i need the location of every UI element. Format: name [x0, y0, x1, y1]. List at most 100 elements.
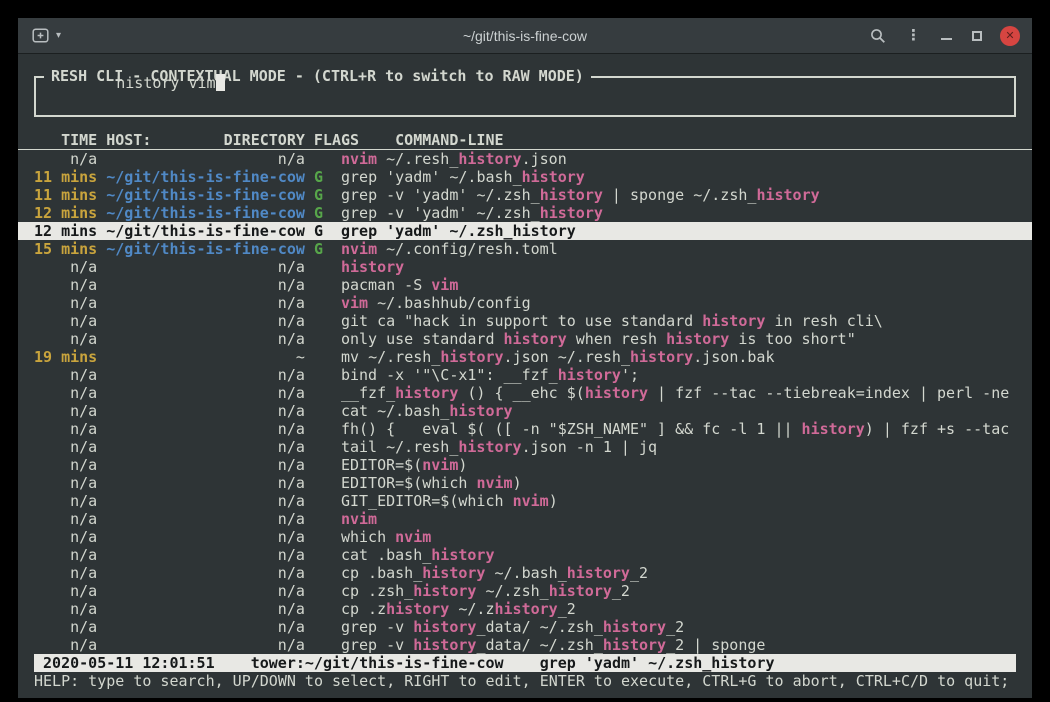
- search-button[interactable]: [868, 26, 888, 46]
- row-command: __fzf_history () { __ehc $(history | fzf…: [341, 384, 1016, 402]
- row-command: grep -v history_data/ ~/.zsh_history_2 |…: [341, 636, 1016, 654]
- row-git-flag: [314, 618, 332, 636]
- new-tab-icon: [32, 28, 49, 43]
- history-row[interactable]: 12 mins~/git/this-is-fine-cowGgrep -v 'y…: [18, 204, 1032, 222]
- row-directory: n/a: [106, 564, 305, 582]
- row-command: cp .bash_history ~/.bash_history_2: [341, 564, 1016, 582]
- history-row[interactable]: n/an/agrep -v history_data/ ~/.zsh_histo…: [18, 636, 1032, 654]
- command-text: _2: [666, 618, 684, 636]
- history-row[interactable]: 19 mins~mv ~/.resh_history.json ~/.resh_…: [18, 348, 1032, 366]
- row-time: n/a: [34, 564, 97, 582]
- command-text: ~/.resh_: [377, 150, 458, 168]
- row-time: n/a: [34, 528, 97, 546]
- match-highlight: history: [630, 348, 693, 366]
- row-directory: n/a: [106, 474, 305, 492]
- row-time: n/a: [34, 582, 97, 600]
- status-location: tower:~/git/this-is-fine-cow: [251, 654, 504, 672]
- status-bar: 2020-05-11 12:01:51 tower:~/git/this-is-…: [34, 654, 1016, 672]
- row-directory: n/a: [106, 528, 305, 546]
- match-highlight: history: [431, 546, 494, 564]
- row-time: n/a: [34, 474, 97, 492]
- command-text: ): [458, 456, 467, 474]
- row-time: 15 mins: [34, 240, 97, 258]
- history-row[interactable]: n/an/anvim: [18, 510, 1032, 528]
- status-datetime: 2020-05-11 12:01:51: [43, 654, 215, 672]
- history-row[interactable]: n/an/acp .zsh_history ~/.zsh_history_2: [18, 582, 1032, 600]
- history-row[interactable]: n/an/afh() { eval $( ([ -n "$ZSH_NAME" ]…: [18, 420, 1032, 438]
- row-command: tail ~/.resh_history.json -n 1 | jq: [341, 438, 1016, 456]
- row-git-flag: [314, 312, 332, 330]
- row-time: n/a: [34, 618, 97, 636]
- match-highlight: history: [585, 384, 648, 402]
- history-row[interactable]: n/an/avim ~/.bashhub/config: [18, 294, 1032, 312]
- history-row[interactable]: n/an/awhich nvim: [18, 528, 1032, 546]
- match-highlight: nvim: [341, 240, 377, 258]
- history-row[interactable]: 15 mins~/git/this-is-fine-cowGnvim ~/.co…: [18, 240, 1032, 258]
- row-directory: n/a: [106, 294, 305, 312]
- match-highlight: history: [603, 636, 666, 654]
- command-text: EDITOR=$(: [341, 456, 422, 474]
- search-input[interactable]: history vim: [44, 56, 225, 110]
- history-row[interactable]: n/an/abind -x '"\C-x1": __fzf_history';: [18, 366, 1032, 384]
- match-highlight: nvim: [513, 492, 549, 510]
- command-text: _data/ ~/.zsh_: [476, 618, 602, 636]
- row-time: 12 mins: [34, 204, 97, 222]
- row-command: grep -v history_data/ ~/.zsh_history_2: [341, 618, 1016, 636]
- history-row[interactable]: n/an/aEDITOR=$(nvim): [18, 456, 1032, 474]
- command-text: ';: [621, 366, 639, 384]
- command-text: _2: [558, 600, 576, 618]
- command-text: which: [341, 528, 395, 546]
- history-row[interactable]: n/an/agit ca "hack in support to use sta…: [18, 312, 1032, 330]
- row-directory: n/a: [106, 258, 305, 276]
- history-row[interactable]: n/an/aEDITOR=$(which nvim): [18, 474, 1032, 492]
- new-tab-button[interactable]: [30, 26, 51, 45]
- history-row[interactable]: n/a n/a cp .bash_history ~/.bash_history_2: [18, 564, 1032, 582]
- row-git-flag: [314, 456, 332, 474]
- match-highlight: history: [702, 312, 765, 330]
- history-row[interactable]: n/an/anvim ~/.resh_history.json: [18, 150, 1032, 168]
- status-command: grep 'yadm' ~/.zsh_history: [540, 654, 775, 672]
- command-text: ~/.zsh_: [476, 582, 548, 600]
- history-row[interactable]: 11 mins~/git/this-is-fine-cowGgrep 'yadm…: [18, 168, 1032, 186]
- command-text: cat ~/.bash_: [341, 402, 449, 420]
- history-row[interactable]: n/an/aonly use standard history when res…: [18, 330, 1032, 348]
- history-row[interactable]: n/an/acat ~/.bash_history: [18, 402, 1032, 420]
- match-highlight: history: [341, 258, 404, 276]
- match-highlight: nvim: [422, 456, 458, 474]
- minimize-button[interactable]: [939, 29, 954, 42]
- close-button[interactable]: ✕: [1000, 26, 1020, 46]
- command-text: cp .z: [341, 600, 386, 618]
- row-git-flag: [314, 510, 332, 528]
- row-command: grep 'yadm' ~/.bash_history: [341, 168, 1016, 186]
- row-git-flag: [314, 492, 332, 510]
- header-command: COMMAND-LINE: [368, 131, 1016, 149]
- search-box: RESH CLI - CONTEXTUAL MODE - (CTRL+R to …: [34, 76, 1016, 117]
- row-git-flag: G: [314, 186, 332, 204]
- history-row-selected[interactable]: 12 mins~/git/this-is-fine-cowGgrep 'yadm…: [18, 222, 1032, 240]
- row-directory: n/a: [106, 546, 305, 564]
- history-row[interactable]: n/an/agrep -v history_data/ ~/.zsh_histo…: [18, 618, 1032, 636]
- menu-button[interactable]: ⋮: [904, 26, 923, 45]
- tab-dropdown-button[interactable]: ▾: [54, 28, 63, 43]
- row-directory: n/a: [106, 600, 305, 618]
- history-row[interactable]: n/an/aGIT_EDITOR=$(which nvim): [18, 492, 1032, 510]
- command-text: .json.bak: [693, 348, 774, 366]
- match-highlight: history: [540, 204, 603, 222]
- history-row[interactable]: n/an/ahistory: [18, 258, 1032, 276]
- row-time: n/a: [34, 420, 97, 438]
- chevron-down-icon: ▾: [56, 30, 61, 41]
- titlebar[interactable]: ▾ ~/git/this-is-fine-cow ⋮ ✕: [18, 18, 1032, 54]
- row-git-flag: G: [314, 240, 332, 258]
- history-row[interactable]: 11 mins~/git/this-is-fine-cowGgrep -v 'y…: [18, 186, 1032, 204]
- maximize-button[interactable]: [970, 29, 984, 43]
- row-command: pacman -S vim: [341, 276, 1016, 294]
- match-highlight: history: [549, 582, 612, 600]
- history-row[interactable]: n/an/acp .zhistory ~/.zhistory_2: [18, 600, 1032, 618]
- history-row[interactable]: n/an/acat .bash_history: [18, 546, 1032, 564]
- row-directory: n/a: [106, 312, 305, 330]
- history-row[interactable]: n/an/apacman -S vim: [18, 276, 1032, 294]
- row-time: n/a: [34, 276, 97, 294]
- history-row[interactable]: n/an/a__fzf_history () { __ehc $(history…: [18, 384, 1032, 402]
- history-row[interactable]: n/an/atail ~/.resh_history.json -n 1 | j…: [18, 438, 1032, 456]
- command-text: when resh: [567, 330, 666, 348]
